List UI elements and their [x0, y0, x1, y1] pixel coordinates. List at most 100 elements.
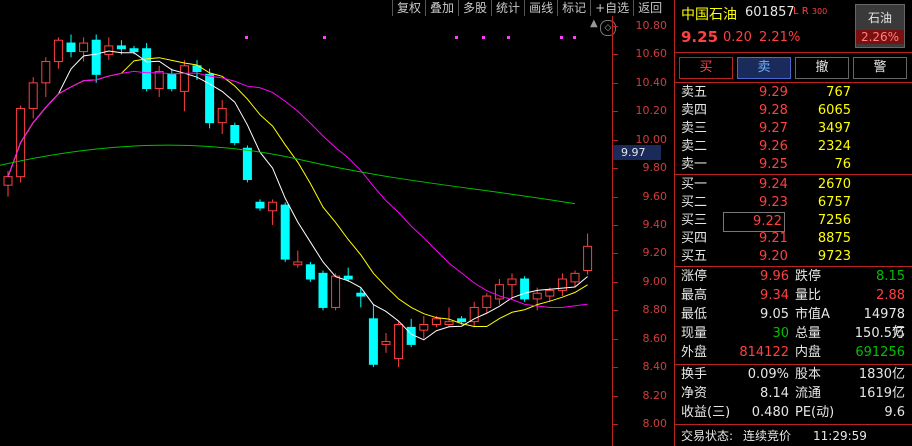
toolbar-drawline-button[interactable]: 画线 — [524, 0, 557, 16]
price-tick-label: 8.40 — [642, 360, 668, 374]
candle-down — [255, 201, 265, 209]
candle-up — [545, 289, 555, 297]
candle-up — [532, 292, 542, 300]
stat-label: 涨停 — [681, 269, 708, 284]
ask-row[interactable]: 卖三 9.27 3497 — [675, 120, 912, 138]
price-tick-mark — [613, 424, 618, 425]
bid-label: 买五 — [681, 249, 708, 264]
bid-price: 9.23 — [759, 195, 788, 210]
ask-row[interactable]: 卖五 9.29 767 — [675, 84, 912, 102]
candle-up — [41, 61, 51, 84]
event-marker[interactable] — [482, 36, 485, 39]
bid-price: 9.24 — [759, 177, 788, 192]
stat-row: 净资 8.14 流通 1619亿 — [675, 385, 912, 403]
stock-name: 中国石油 — [681, 7, 737, 23]
bid-volume: 7256 — [817, 213, 851, 228]
ask-row[interactable]: 卖一 9.25 76 — [675, 156, 912, 174]
toolbar-back-button[interactable]: 返回 — [633, 0, 666, 16]
candle-up — [583, 245, 593, 271]
candle-up — [217, 107, 227, 124]
bid-volume: 6757 — [817, 195, 851, 210]
price-tick-label: 10.60 — [635, 47, 668, 61]
candle-down — [457, 318, 467, 323]
toolbar-overlay-button[interactable]: 叠加 — [425, 0, 458, 16]
stat-label: 跌停 — [795, 269, 822, 284]
sell-button[interactable]: 卖 — [737, 57, 791, 79]
price-tick-label: 9.80 — [642, 161, 668, 175]
stat-row: 换手 0.09% 股本 1830亿 — [675, 366, 912, 384]
price-tick-label: 10.00 — [635, 132, 668, 146]
stat-label: 总量 — [795, 326, 822, 341]
candle-up — [419, 324, 429, 331]
stat-row: 收益(三) 0.480 PE(动) 9.6 — [675, 404, 912, 422]
stat-value: 1619亿 — [858, 386, 905, 401]
event-marker[interactable] — [323, 36, 326, 39]
index-badge-num: 300 — [811, 7, 828, 16]
candle-up — [3, 176, 13, 186]
toolbar-add-watchlist-button[interactable]: +自选 — [590, 0, 633, 16]
price-tick-mark — [613, 111, 618, 113]
stat-value: 8.14 — [760, 386, 789, 401]
stat-label: 现量 — [681, 326, 708, 341]
candle-down — [116, 45, 126, 50]
current-price-tag: 9.97 — [613, 145, 661, 160]
stat-label: 外盘 — [681, 345, 708, 360]
price-tick-label: 10.40 — [635, 75, 668, 89]
toolbar-stats-button[interactable]: 统计 — [491, 0, 524, 16]
price-tick-mark — [613, 367, 618, 369]
price-tick-mark — [613, 395, 618, 397]
stat-label: 收益(三) — [681, 405, 731, 420]
candlestick-chart[interactable] — [0, 16, 612, 446]
bid-price: 9.22 — [723, 212, 785, 232]
stat-row: 最低 9.05 市值A 14978亿 — [675, 306, 912, 340]
trade-status-label: 交易状态: — [681, 429, 734, 443]
price-tick-label: 9.60 — [642, 189, 668, 203]
bid-row[interactable]: 买四 9.21 8875 — [675, 230, 912, 248]
ask-volume: 6065 — [817, 103, 851, 118]
ask-label: 卖五 — [681, 85, 708, 100]
candle-down — [205, 73, 215, 124]
price-tick-mark — [613, 26, 618, 27]
ask-row[interactable]: 卖四 9.28 6065 — [675, 102, 912, 120]
margin-badge: L R — [793, 6, 809, 17]
event-marker[interactable] — [245, 36, 248, 39]
price-tick-label: 8.60 — [642, 331, 668, 345]
toolbar-multistock-button[interactable]: 多股 — [458, 0, 491, 16]
candle-down — [66, 42, 76, 53]
price-tick-label: 10.20 — [635, 104, 668, 118]
trade-status-row: 交易状态: 连续竞价 11:29:59 — [675, 427, 912, 445]
bid-row[interactable]: 买一 9.24 2670 — [675, 176, 912, 194]
ask-row[interactable]: 卖二 9.26 2324 — [675, 138, 912, 156]
event-marker[interactable] — [507, 36, 510, 39]
bid-row[interactable]: 买二 9.23 6757 — [675, 194, 912, 212]
ask-label: 卖二 — [681, 139, 708, 154]
event-marker[interactable] — [455, 36, 458, 39]
stat-label: 内盘 — [795, 345, 822, 360]
last-price: 9.25 — [681, 28, 719, 46]
bid-volume: 9723 — [817, 249, 851, 264]
ask-price: 9.27 — [759, 121, 788, 136]
alert-button[interactable]: 警 — [853, 57, 907, 79]
ask-volume: 3497 — [817, 121, 851, 136]
price-tick-mark — [613, 253, 618, 255]
toolbar-mark-button[interactable]: 标记 — [557, 0, 590, 16]
sector-box[interactable]: 石油 2.26% — [855, 4, 905, 48]
stat-value: 814122 — [739, 345, 789, 360]
ask-label: 卖三 — [681, 121, 708, 136]
bid-row[interactable]: 买三 9.22 7256 — [675, 212, 912, 232]
stat-value: 9.05 — [760, 307, 789, 322]
bid-label: 买一 — [681, 177, 708, 192]
candle-down — [129, 48, 139, 53]
stat-value: 0.480 — [751, 405, 789, 420]
bid-row[interactable]: 买五 9.20 9723 — [675, 248, 912, 266]
price-tick-mark — [613, 139, 618, 141]
bid-volume: 8875 — [817, 231, 851, 246]
cancel-order-button[interactable]: 撤 — [795, 57, 849, 79]
event-marker[interactable] — [573, 36, 576, 39]
candle-up — [469, 306, 479, 323]
event-marker[interactable] — [560, 36, 563, 39]
candle-up — [507, 278, 517, 286]
toolbar-fuquan-button[interactable]: 复权 — [392, 0, 425, 16]
buy-button[interactable]: 买 — [679, 57, 733, 79]
candle-down — [142, 48, 152, 90]
